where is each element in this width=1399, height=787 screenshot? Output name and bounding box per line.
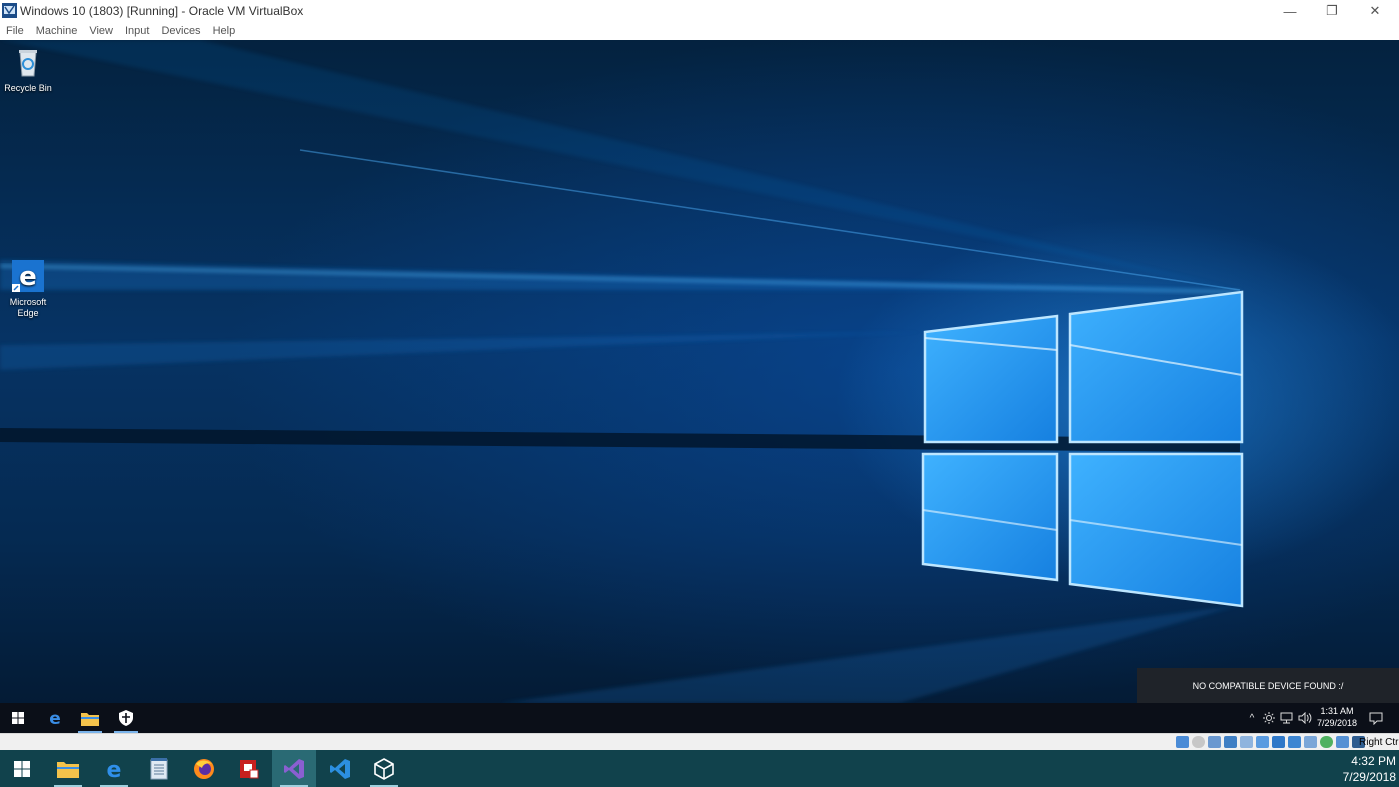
mouse-integration-icon[interactable] xyxy=(1336,736,1349,748)
visual-studio-icon xyxy=(284,758,304,779)
shared-folders-icon[interactable] xyxy=(1256,736,1269,748)
menu-devices[interactable]: Devices xyxy=(155,22,206,40)
vscode-icon xyxy=(330,758,350,779)
host-key-label[interactable]: Right Ctrl xyxy=(1359,737,1399,748)
restore-icon: ❐ xyxy=(1326,3,1338,18)
folder-icon xyxy=(57,761,79,778)
virtualbox-icon xyxy=(374,757,394,780)
optical-drive-icon[interactable] xyxy=(1192,736,1205,748)
edge-icon: e xyxy=(49,709,61,727)
recycle-bin-label: Recycle Bin xyxy=(4,83,52,93)
microsoft-edge-label: Microsoft Edge xyxy=(9,297,47,318)
notification-text: NO COMPATIBLE DEVICE FOUND :/ xyxy=(1192,680,1344,691)
menu-help[interactable]: Help xyxy=(207,22,242,40)
host-taskbar-edge[interactable]: e xyxy=(92,750,136,787)
close-button[interactable]: ✕ xyxy=(1354,0,1396,22)
guest-taskbar-security[interactable] xyxy=(108,703,144,733)
network-adapter-icon[interactable] xyxy=(1224,736,1237,748)
volume-icon[interactable] xyxy=(1298,712,1312,724)
firefox-icon xyxy=(194,758,214,779)
desktop-icon-microsoft-edge[interactable]: e Microsoft Edge xyxy=(0,260,56,319)
window-titlebar[interactable]: Windows 10 (1803) [Running] - Oracle VM … xyxy=(0,0,1399,22)
audio-icon[interactable] xyxy=(1208,736,1221,748)
menu-bar: File Machine View Input Devices Help xyxy=(0,22,1399,40)
host-taskbar-vscode[interactable] xyxy=(318,750,362,787)
system-tray: ^ xyxy=(1245,703,1312,733)
menu-view[interactable]: View xyxy=(83,22,119,40)
minimize-icon: — xyxy=(1283,3,1297,19)
host-clock[interactable]: 4:32 PM 7/29/2018 xyxy=(1330,753,1396,785)
host-taskbar-firefox[interactable] xyxy=(182,750,226,787)
svg-text:e: e xyxy=(19,262,37,292)
host-start-button[interactable] xyxy=(0,750,44,787)
virtualbox-icon xyxy=(2,3,17,18)
notepad-icon xyxy=(150,757,168,779)
windows-wallpaper xyxy=(0,40,1244,703)
guest-clock[interactable]: 1:31 AM 7/29/2018 xyxy=(1312,705,1362,729)
host-clock-time: 4:32 PM xyxy=(1351,754,1396,768)
host-taskbar-visual-studio[interactable] xyxy=(272,750,316,787)
desktop-icon-recycle-bin[interactable]: Recycle Bin xyxy=(0,46,56,94)
edge-icon: e xyxy=(107,758,122,780)
display-icon[interactable] xyxy=(1272,736,1285,748)
guest-desktop[interactable]: Recycle Bin e Microsoft Edge xyxy=(0,40,1399,703)
guest-clock-date: 7/29/2018 xyxy=(1316,718,1358,728)
virtualbox-status-bar: Right Ctrl xyxy=(0,733,1399,751)
windows-start-icon xyxy=(12,712,24,724)
shield-icon xyxy=(119,710,133,726)
window-title: Windows 10 (1803) [Running] - Oracle VM … xyxy=(20,4,304,18)
minimize-button[interactable]: — xyxy=(1269,0,1311,22)
folder-icon xyxy=(81,712,99,726)
tray-overflow-chevron-icon[interactable]: ^ xyxy=(1245,713,1259,724)
host-taskbar-red-app[interactable] xyxy=(227,750,271,787)
host-clock-date: 7/29/2018 xyxy=(1342,770,1396,784)
hard-disk-icon[interactable] xyxy=(1176,736,1189,748)
usb-icon[interactable] xyxy=(1240,736,1253,748)
virtualization-icon[interactable] xyxy=(1304,736,1317,748)
edge-icon: e xyxy=(12,260,44,292)
cpu-activity-icon[interactable] xyxy=(1320,736,1333,748)
host-taskbar-file-explorer[interactable] xyxy=(46,750,90,787)
guest-taskbar: e ^ 1:31 AM 7/29/2018 xyxy=(0,703,1399,733)
notification-toast[interactable]: NO COMPATIBLE DEVICE FOUND :/ xyxy=(1137,668,1399,703)
guest-start-button[interactable] xyxy=(0,703,36,733)
guest-taskbar-edge[interactable]: e xyxy=(37,703,73,733)
host-taskbar: e 4:32 PM 7/29/2018 xyxy=(0,750,1399,787)
host-taskbar-virtualbox[interactable] xyxy=(362,750,406,787)
presentation-app-icon xyxy=(240,759,259,778)
menu-input[interactable]: Input xyxy=(119,22,155,40)
device-indicators xyxy=(1176,736,1365,748)
network-icon[interactable] xyxy=(1280,712,1293,724)
restore-button[interactable]: ❐ xyxy=(1311,0,1353,22)
svg-text:e: e xyxy=(107,758,122,780)
windows-start-icon xyxy=(14,760,30,777)
action-center-button[interactable] xyxy=(1358,703,1394,733)
recycle-bin-icon xyxy=(19,50,37,77)
guest-taskbar-file-explorer[interactable] xyxy=(72,703,108,733)
menu-machine[interactable]: Machine xyxy=(30,22,84,40)
notification-icon xyxy=(1369,712,1383,725)
menu-file[interactable]: File xyxy=(0,22,30,40)
close-icon: ✕ xyxy=(1369,3,1381,18)
host-taskbar-notepad[interactable] xyxy=(137,750,181,787)
guest-clock-time: 1:31 AM xyxy=(1320,706,1354,716)
svg-text:e: e xyxy=(49,709,61,727)
brightness-icon[interactable] xyxy=(1263,712,1275,724)
video-capture-icon[interactable] xyxy=(1288,736,1301,748)
